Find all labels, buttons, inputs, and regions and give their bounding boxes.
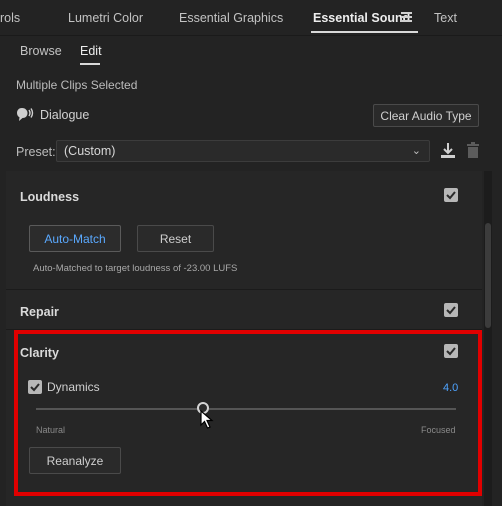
hamburger-menu-icon[interactable] — [401, 12, 412, 22]
clarity-checkbox[interactable] — [444, 344, 458, 358]
slider-max-label: Focused — [421, 425, 456, 435]
checkmark-icon — [30, 383, 40, 392]
loudness-status-text: Auto-Matched to target loudness of -23.0… — [33, 263, 238, 274]
checkmark-icon — [446, 306, 456, 315]
subtab-edit[interactable]: Edit — [80, 44, 102, 58]
dynamics-checkbox[interactable] — [28, 380, 42, 394]
loudness-checkbox[interactable] — [444, 188, 458, 202]
mouse-pointer-icon — [200, 410, 214, 429]
reanalyze-button[interactable]: Reanalyze — [29, 447, 121, 474]
checkmark-icon — [446, 347, 456, 356]
section-divider — [6, 329, 482, 330]
scrollbar-thumb[interactable] — [485, 223, 491, 328]
speech-bubble-icon — [17, 108, 34, 121]
subtab-browse[interactable]: Browse — [20, 44, 62, 58]
auto-match-button[interactable]: Auto-Match — [29, 225, 121, 252]
repair-checkbox[interactable] — [444, 303, 458, 317]
preset-value: (Custom) — [64, 144, 116, 158]
clear-audio-type-button[interactable]: Clear Audio Type — [373, 104, 479, 127]
checkmark-icon — [446, 191, 456, 200]
clip-type-label: Dialogue — [40, 108, 90, 122]
reset-button[interactable]: Reset — [137, 225, 214, 252]
tab-text[interactable]: Text — [434, 11, 457, 25]
preset-dropdown[interactable]: (Custom) ⌄ — [56, 140, 430, 162]
trash-icon[interactable] — [466, 142, 480, 159]
active-subtab-indicator — [80, 63, 100, 65]
scrollbar-track[interactable] — [484, 171, 492, 506]
tab-controls[interactable]: rols — [0, 11, 20, 25]
dynamics-slider-track[interactable] — [36, 408, 456, 410]
section-divider — [6, 289, 482, 290]
download-icon[interactable] — [440, 142, 456, 159]
preset-label: Preset: — [16, 145, 56, 159]
dynamics-label: Dynamics — [47, 380, 100, 394]
slider-min-label: Natural — [36, 425, 66, 435]
chevron-down-icon: ⌄ — [411, 145, 421, 157]
selection-status: Multiple Clips Selected — [16, 78, 138, 92]
panel-tab-bar: rols Lumetri Color Essential Graphics Es… — [0, 0, 502, 36]
tab-essential-graphics[interactable]: Essential Graphics — [179, 11, 283, 25]
active-tab-indicator — [311, 31, 418, 33]
repair-section-title[interactable]: Repair — [20, 305, 59, 319]
tab-lumetri-color[interactable]: Lumetri Color — [68, 11, 143, 25]
clarity-section-title[interactable]: Clarity — [20, 346, 59, 360]
dynamics-value[interactable]: 4.0 — [443, 382, 458, 394]
essential-sound-panel: rols Lumetri Color Essential Graphics Es… — [0, 0, 502, 506]
tab-essential-sound[interactable]: Essential Sound — [313, 11, 410, 25]
loudness-section-title[interactable]: Loudness — [20, 190, 79, 204]
